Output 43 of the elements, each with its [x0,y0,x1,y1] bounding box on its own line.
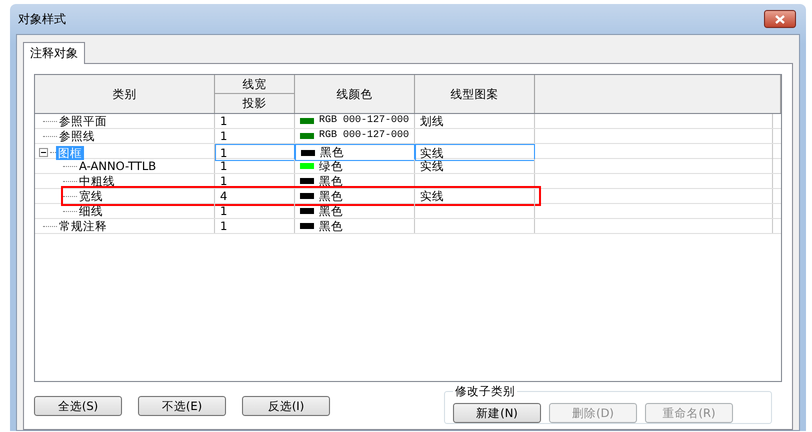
window-title: 对象样式 [18,10,66,28]
table-cell: 实线 [415,189,535,203]
category-name[interactable]: 常规注释 [57,219,109,233]
subcategory-button[interactable]: 新建(N) [453,403,541,423]
table-cell: 4 [215,189,295,203]
table-cell: 1 [215,174,295,188]
selection-button[interactable]: 全选(S) [34,396,122,416]
table-cell: 1 [215,204,295,218]
collapse-toggle[interactable] [39,148,48,157]
table-cell: RGB 000-127-000 [295,114,415,128]
table-cell: 黑色 [295,189,415,203]
table-cell: 1 [215,219,295,233]
group-title: 修改子类别 [454,384,516,399]
table-cell: 划线 [415,114,535,128]
table-cell: 1 [215,129,295,143]
column-header: 线颜色 [295,75,415,113]
category-name[interactable]: 中粗线 [77,174,117,188]
category-name[interactable]: A-ANNO-TTLB [77,159,158,173]
close-button[interactable] [764,10,796,28]
table-cell: 1 [215,114,295,128]
table-cell: 绿色 [295,159,415,173]
category-name[interactable]: 参照线 [57,129,97,143]
category-name[interactable]: 宽线 [77,189,105,203]
table-cell: 黑色 [295,174,415,188]
column-header: 线型图案 [415,75,535,113]
minus-icon [41,150,46,155]
table-cell: 黑色 [295,219,415,233]
selection-button[interactable]: 不选(E) [138,396,226,416]
column-header: 类别 [35,75,215,113]
table-cell: 1 [215,144,295,161]
table-cell: 实线 [415,159,535,173]
selection-button[interactable]: 反选(I) [242,396,330,416]
table-cell: RGB 000-127-000 [295,129,415,143]
close-icon [775,14,785,24]
category-name[interactable]: 细线 [77,204,105,218]
tab[interactable]: 注释对象 [23,42,85,64]
column-header: 投影 [215,94,295,113]
category-name[interactable]: 参照平面 [57,114,109,128]
table-cell: 1 [215,159,295,173]
color-button[interactable]: 黑色 [295,144,415,161]
table-cell: 实线 [415,144,535,161]
column-header: 线宽 [215,75,295,94]
table-cell: 黑色 [295,204,415,218]
